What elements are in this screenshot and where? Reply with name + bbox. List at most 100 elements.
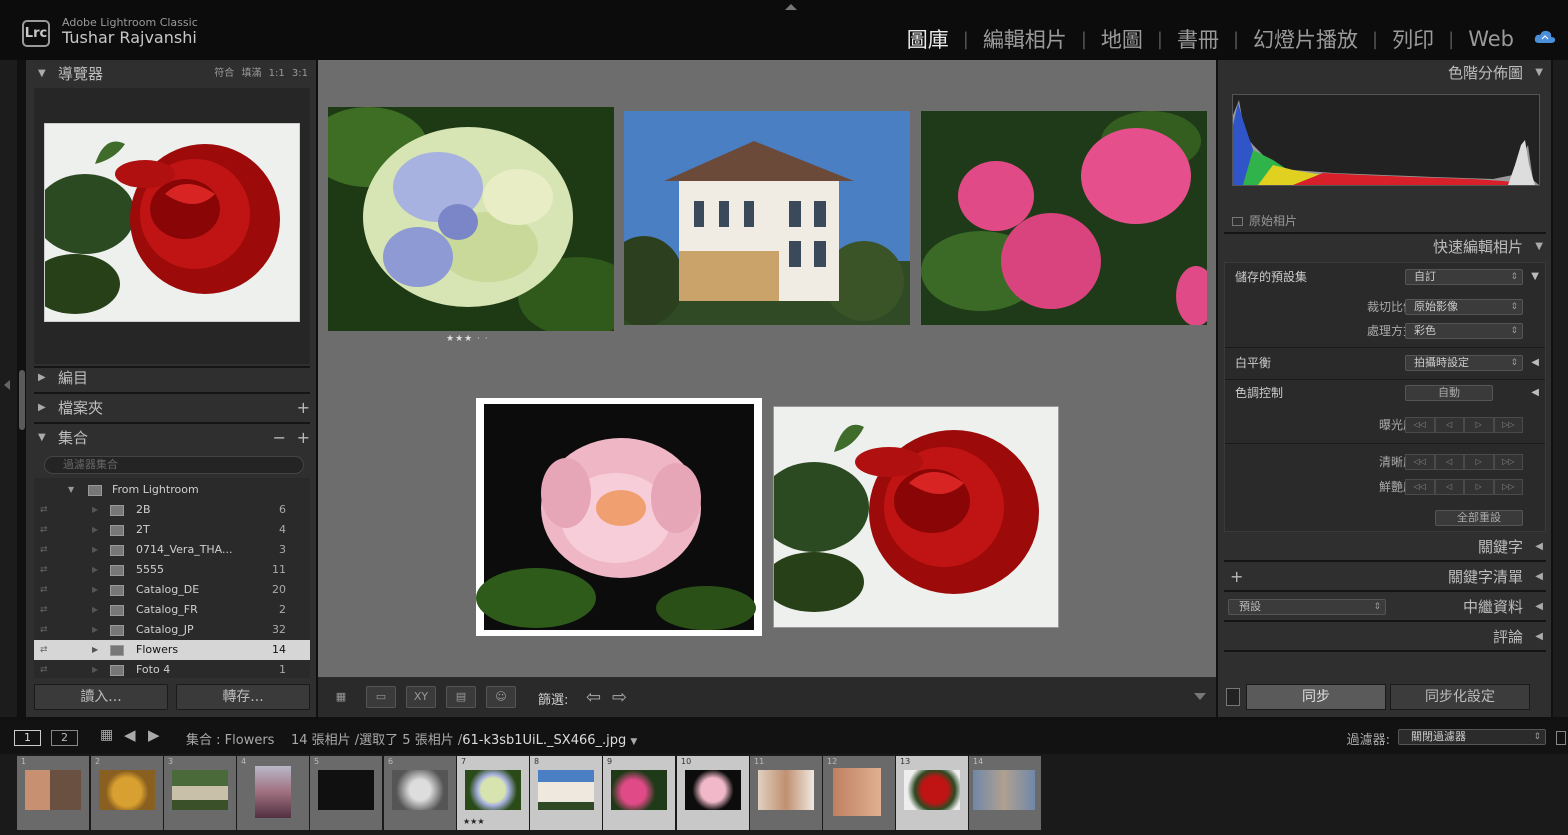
back-arrow-icon[interactable]: ◀ (124, 726, 136, 744)
primary-display-button[interactable]: 1 (14, 730, 41, 746)
reset-all-button[interactable]: 全部重設 (1435, 510, 1523, 526)
photo-hydrangea-blue[interactable] (328, 107, 614, 331)
photo-house[interactable] (624, 111, 910, 325)
filter-select[interactable]: 關閉過濾器 ⇕ (1398, 729, 1546, 745)
secondary-display-button[interactable]: 2 (51, 730, 78, 746)
expand-triangle-icon[interactable]: ▼ (1531, 265, 1539, 289)
auto-sync-switch[interactable] (1226, 688, 1240, 706)
filmstrip-cell[interactable]: 5 (310, 756, 382, 830)
cloud-sync-icon[interactable] (1534, 30, 1556, 44)
original-photo-checkbox[interactable]: 原始相片 (1232, 212, 1297, 229)
add-keyword-icon[interactable]: + (1230, 564, 1243, 590)
photo-rose[interactable] (773, 406, 1059, 628)
folders-header[interactable]: ▶ 檔案夾 + (26, 394, 316, 422)
filmstrip-source-info[interactable]: 集合 : Flowers 14 張相片 /選取了 5 張相片 /61-k3sb1… (186, 729, 637, 748)
filmstrip-cell[interactable]: 12 (823, 756, 895, 830)
next-arrow-icon[interactable]: ⇨ (612, 687, 627, 708)
collections-header[interactable]: ▼ 集合 − + (26, 424, 316, 452)
sync-button[interactable]: 同步 (1246, 684, 1386, 710)
collection-filter-input[interactable]: 過濾器集合 (44, 456, 304, 474)
collection-icon (110, 625, 124, 636)
filmstrip-cell[interactable]: 11 (750, 756, 822, 830)
quick-develop-header[interactable]: 快速編輯相片 ▼ (1218, 234, 1551, 260)
filmstrip-cell[interactable]: 1 (17, 756, 89, 830)
collection-row[interactable]: ⇄ ▶ Catalog_DE 20 (34, 580, 310, 600)
filmstrip-cell[interactable]: 2 (91, 756, 163, 830)
clarity-row: 清晰度 ◁◁ ◁ ▷ ▷▷ (1225, 450, 1545, 474)
left-panel-scrollbar[interactable] (19, 370, 25, 430)
filter-lock-icon[interactable] (1556, 731, 1566, 745)
add-collection-icon[interactable]: + (297, 424, 310, 452)
photo-hydrangea-pink[interactable] (921, 111, 1207, 325)
forward-arrow-icon[interactable]: ▶ (148, 726, 160, 744)
collection-row[interactable]: ⇄ ▶ Foto 41 (34, 660, 310, 678)
collection-set-row[interactable]: ▼ From Lightroom (34, 480, 310, 500)
vibrance-steppers[interactable]: ◁◁ ◁ ▷ ▷▷ (1405, 479, 1523, 495)
module-library[interactable]: 圖庫 (907, 24, 949, 54)
chevron-down-icon: ▼ (630, 737, 638, 747)
filmstrip-cell-selected[interactable]: 8 (530, 756, 602, 830)
grid-icon[interactable]: ▦ (100, 727, 113, 743)
folders-title: 檔案夾 (58, 399, 104, 417)
toolbar-options-dropdown-icon[interactable] (1194, 693, 1206, 700)
grid-view-icon[interactable]: ▦ (326, 686, 356, 708)
collection-row[interactable]: ⇄ ▶ 2B 6 (34, 500, 310, 520)
collection-row[interactable]: ⇄ ▶ 5555 11 (34, 560, 310, 580)
collapse-top-panel-icon[interactable] (785, 4, 797, 10)
people-view-icon[interactable]: ☺ (486, 686, 516, 708)
photo-peony-selected[interactable] (476, 398, 762, 636)
checkbox-icon[interactable] (1232, 217, 1243, 226)
loupe-view-icon[interactable]: ▭ (366, 686, 396, 708)
filmstrip-cell[interactable]: 3 (164, 756, 236, 830)
collection-row-selected[interactable]: ⇄ ▶ Flowers 14 (34, 640, 310, 660)
exposure-steppers[interactable]: ◁◁ ◁ ▷ ▷▷ (1405, 417, 1523, 433)
photo-rating-stars[interactable]: ★★★ · · (446, 334, 489, 344)
filmstrip-cell[interactable]: 4 (237, 756, 309, 830)
navigator-header[interactable]: ▼ 導覽器 符合 填滿 1:1 3:1 (26, 60, 316, 88)
filmstrip-cell-selected[interactable]: 13 (896, 756, 968, 830)
collection-row[interactable]: ⇄ ▶ Catalog_FR 2 (34, 600, 310, 620)
import-button[interactable]: 讀入... (34, 684, 168, 710)
previous-arrow-icon[interactable]: ⇦ (586, 687, 601, 708)
sync-settings-button[interactable]: 同步化設定 (1390, 684, 1530, 710)
treatment-select[interactable]: 彩色 ⇕ (1405, 323, 1523, 339)
collection-row[interactable]: ⇄ ▶ 2T 4 (34, 520, 310, 540)
comments-header[interactable]: 評論 ◀ (1218, 624, 1551, 650)
filmstrip-cell-selected[interactable]: 7 ★★★ (457, 756, 529, 830)
module-book[interactable]: 書冊 (1177, 24, 1219, 54)
module-map[interactable]: 地圖 (1101, 24, 1143, 54)
navigator-title: 導覽器 (58, 65, 104, 83)
navigator-zoom-options[interactable]: 符合 填滿 1:1 3:1 (214, 60, 308, 88)
module-web[interactable]: Web (1468, 27, 1514, 51)
collection-row[interactable]: ⇄ ▶ 0714_Vera_THA... 3 (34, 540, 310, 560)
module-slideshow[interactable]: 幻燈片播放 (1253, 24, 1358, 54)
white-balance-select[interactable]: 拍攝時設定 ⇕ (1405, 355, 1523, 371)
right-panel-toggle[interactable] (1553, 60, 1568, 717)
filmstrip-cell-selected[interactable]: 10 (677, 756, 749, 830)
saved-preset-select[interactable]: 自訂 ⇕ (1405, 269, 1523, 285)
module-print[interactable]: 列印 (1392, 24, 1434, 54)
auto-tone-button[interactable]: 自動 (1405, 385, 1493, 401)
keyword-list-header[interactable]: + 關鍵字清單 ◀ (1218, 564, 1551, 590)
metadata-header[interactable]: 中繼資料 ◀ (1218, 594, 1551, 620)
collapse-triangle-icon[interactable]: ◀ (1531, 381, 1539, 405)
filmstrip-cell[interactable]: 6 (384, 756, 456, 830)
collection-row[interactable]: ⇄ ▶ Catalog_JP 32 (34, 620, 310, 640)
compare-view-icon[interactable]: XY (406, 686, 436, 708)
survey-view-icon[interactable]: ▤ (446, 686, 476, 708)
expand-triangle-icon[interactable]: ▼ (68, 480, 74, 500)
filmstrip-cell-selected[interactable]: 9 (603, 756, 675, 830)
crop-ratio-select[interactable]: 原始影像 ⇕ (1405, 299, 1523, 315)
export-button[interactable]: 轉存... (176, 684, 310, 710)
navigator-preview[interactable] (30, 88, 310, 364)
catalog-header[interactable]: ▶ 編目 (26, 364, 316, 392)
left-panel-toggle[interactable] (0, 60, 17, 717)
collapse-triangle-icon[interactable]: ◀ (1531, 351, 1539, 375)
remove-collection-icon[interactable]: − (273, 424, 286, 452)
filmstrip-cell[interactable]: 14 (969, 756, 1041, 830)
add-folder-icon[interactable]: + (297, 394, 310, 422)
clarity-steppers[interactable]: ◁◁ ◁ ▷ ▷▷ (1405, 454, 1523, 470)
histogram-header[interactable]: 色階分佈圖 ▼ (1218, 60, 1551, 86)
module-develop[interactable]: 編輯相片 (983, 24, 1067, 54)
keywording-header[interactable]: 關鍵字 ◀ (1218, 534, 1551, 560)
